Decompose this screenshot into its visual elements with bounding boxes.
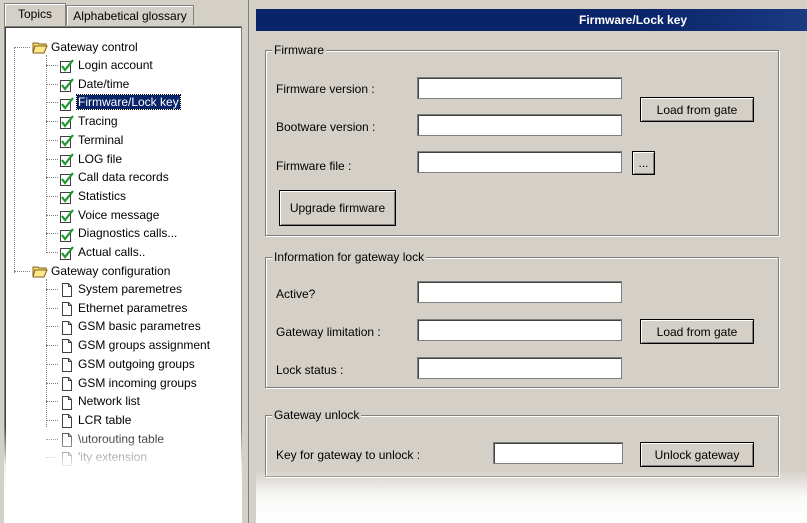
checked-page-icon xyxy=(59,227,75,242)
tree-item-label: Ethernet parametres xyxy=(78,300,188,315)
tree-item[interactable]: LCR table xyxy=(59,411,132,429)
tree-item-label: Actual calls.. xyxy=(78,245,146,259)
tree-item[interactable]: Ethernet parametres xyxy=(59,299,188,317)
checked-page-icon xyxy=(59,58,75,74)
firmware-group: Firmware Firmware version : Bootware ver… xyxy=(265,43,779,236)
tree-item[interactable]: Diagnostics calls... xyxy=(59,224,178,242)
tree-item[interactable]: Actual calls.. xyxy=(59,243,146,261)
tab-topics[interactable]: Topics xyxy=(4,3,66,26)
page-icon xyxy=(59,282,75,298)
checked-page-icon xyxy=(59,77,75,93)
tree-item-label: Voice message xyxy=(78,207,160,222)
tree-item-label: LOG file xyxy=(78,151,123,166)
tree-item[interactable]: Tracing xyxy=(59,112,119,130)
page-icon xyxy=(59,395,75,410)
firmware-version-field[interactable] xyxy=(417,77,622,99)
page-icon xyxy=(59,357,75,373)
tree-item-label: GSM outgoing groups xyxy=(78,356,195,371)
tree-item-label: Tracing xyxy=(78,114,118,129)
tab-alphabetical-glossary[interactable]: Alphabetical glossary xyxy=(66,5,194,25)
upgrade-firmware-button[interactable]: Upgrade firmware xyxy=(279,190,396,226)
tree-item-label: LCR table xyxy=(78,412,132,427)
browse-file-button[interactable]: ... xyxy=(632,151,655,175)
tree-item-label: Login account xyxy=(78,58,153,72)
tree-item-label: GSM incoming groups xyxy=(78,375,197,390)
checked-page-icon xyxy=(59,114,75,130)
checked-page-icon xyxy=(59,96,75,111)
tree-fade-overlay xyxy=(4,428,242,523)
tree-item-label: GSM groups assignment xyxy=(78,338,211,353)
unlock-gateway-button[interactable]: Unlock gateway xyxy=(640,442,754,467)
topics-pane: Topics Alphabetical glossary Gateway con… xyxy=(0,0,248,523)
tree-item[interactable]: Statistics xyxy=(59,187,127,205)
panel-title: Firmware/Lock key xyxy=(579,13,688,27)
tree-item[interactable]: LOG file xyxy=(59,150,123,168)
checked-page-icon xyxy=(59,208,75,223)
lock-status-label: Lock status : xyxy=(276,363,344,377)
tree-item-label: Diagnostics calls... xyxy=(78,226,178,241)
bootware-version-field[interactable] xyxy=(417,114,622,136)
checked-page-icon xyxy=(59,245,75,261)
tree-item-label: System paremetres xyxy=(78,282,183,296)
checked-page-icon xyxy=(59,189,75,205)
tree-item-label: Firmware/Lock key xyxy=(76,94,181,111)
lock-status-field[interactable] xyxy=(417,357,622,379)
firmware-file-field[interactable] xyxy=(417,151,622,173)
gateway-unlock-group: Gateway unlock Key for gateway to unlock… xyxy=(265,408,779,477)
tree-item-label: Network list xyxy=(78,394,141,409)
active-field[interactable] xyxy=(417,281,622,303)
tree-item-label: Date/time xyxy=(78,76,130,91)
firmware-version-label: Firmware version : xyxy=(276,82,375,96)
tree-item-label: Terminal xyxy=(78,132,124,147)
open-folder-icon xyxy=(32,264,48,279)
page-icon xyxy=(59,376,75,391)
checked-page-icon xyxy=(59,152,75,167)
active-label: Active? xyxy=(276,287,316,301)
tree-item[interactable]: Voice message xyxy=(59,206,160,224)
tree-item-label: GSM basic parametres xyxy=(78,319,201,334)
tree-item[interactable]: Date/time xyxy=(59,75,130,93)
tree-item[interactable]: Terminal xyxy=(59,131,124,149)
tree-item[interactable]: GSM groups assignment xyxy=(59,336,211,354)
checked-page-icon xyxy=(59,133,75,149)
tree-item[interactable]: Login account xyxy=(59,56,154,74)
tree-item-label: Statistics xyxy=(78,188,127,203)
page-icon xyxy=(59,338,75,354)
page-icon xyxy=(59,320,75,335)
gateway-lock-group: Information for gateway lock Active? Gat… xyxy=(265,250,779,388)
pane-splitter[interactable] xyxy=(248,0,256,523)
gateway-unlock-legend: Gateway unlock xyxy=(272,408,362,422)
tree-item[interactable]: System paremetres xyxy=(59,280,183,298)
gateway-limitation-label: Gateway limitation : xyxy=(276,325,381,339)
tree-item-label: Call data records xyxy=(78,170,169,185)
bootware-version-label: Bootware version : xyxy=(276,120,376,134)
page-icon xyxy=(59,413,75,429)
firmware-legend: Firmware xyxy=(272,43,326,57)
tree-item[interactable]: GSM basic parametres xyxy=(59,317,202,335)
firmware-file-label: Firmware file : xyxy=(276,159,352,173)
content-pane: Firmware/Lock key Firmware Firmware vers… xyxy=(256,0,807,523)
tree-node-gateway-configuration[interactable]: Gateway configuration xyxy=(32,262,171,280)
load-from-gate-button[interactable]: Load from gate xyxy=(640,97,754,122)
tree-item[interactable]: GSM incoming groups xyxy=(59,374,198,392)
gateway-limitation-field[interactable] xyxy=(417,319,622,341)
unlock-key-field[interactable] xyxy=(493,442,623,464)
load-from-gate-lock-button[interactable]: Load from gate xyxy=(640,319,754,344)
open-folder-icon xyxy=(32,40,48,55)
tree-node-label: Gateway control xyxy=(51,40,138,54)
tree-item[interactable]: Network list xyxy=(59,392,141,410)
gateway-lock-legend: Information for gateway lock xyxy=(272,250,427,264)
page-icon xyxy=(59,301,75,317)
panel-title-bar: Firmware/Lock key xyxy=(256,9,807,31)
tree-node-gateway-control[interactable]: Gateway control xyxy=(32,38,139,56)
unlock-key-label: Key for gateway to unlock : xyxy=(276,448,421,462)
tree-item[interactable]: GSM outgoing groups xyxy=(59,355,196,373)
tree-item[interactable]: Call data records xyxy=(59,168,170,186)
tree-node-label: Gateway configuration xyxy=(51,264,171,278)
checked-page-icon xyxy=(59,171,75,186)
bottom-fade-overlay xyxy=(256,470,807,523)
tree-item[interactable]: Firmware/Lock key xyxy=(59,93,181,111)
